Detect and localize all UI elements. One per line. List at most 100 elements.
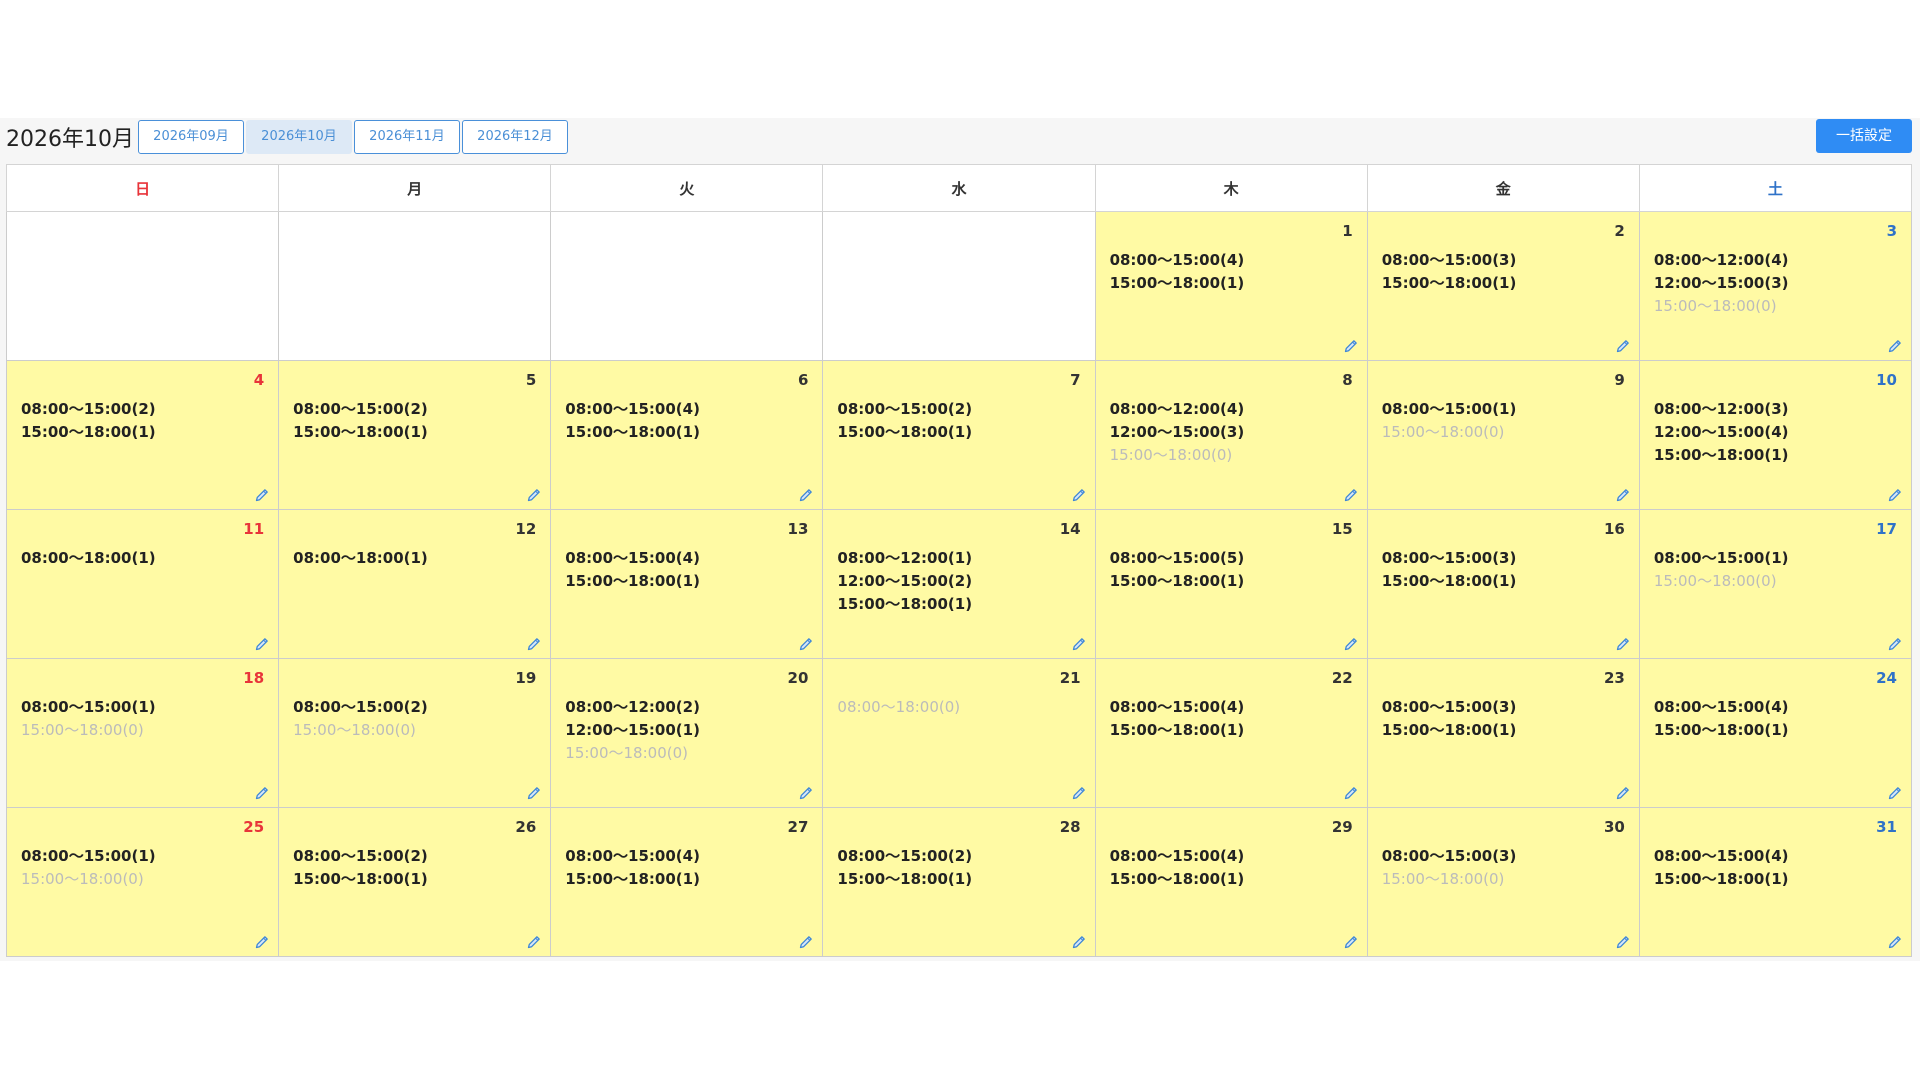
pencil-icon[interactable] (1071, 785, 1087, 801)
calendar-day-cell[interactable]: 7 08:00〜15:00(2) 15:00〜18:00(1) (822, 360, 1096, 510)
calendar-day-cell[interactable]: 9 08:00〜15:00(1) 15:00〜18:00(0) (1366, 360, 1640, 510)
month-button-2026-10[interactable]: 2026年10月 (246, 120, 352, 154)
time-slot-list: 08:00〜15:00(5) 15:00〜18:00(1) (1110, 547, 1245, 593)
time-slot: 08:00〜15:00(4) (1109, 847, 1245, 865)
pencil-icon[interactable] (1615, 338, 1631, 354)
time-slot: 15:00〜18:00(1) (837, 870, 973, 888)
pencil-icon[interactable] (254, 636, 270, 652)
time-slot-list: 08:00〜12:00(4) 12:00〜15:00(3) 15:00〜18:00(… (1110, 398, 1245, 467)
calendar-day-cell[interactable]: 16 08:00〜15:00(3) 15:00〜18:00(1) (1366, 509, 1640, 659)
month-button-2026-09[interactable]: 2026年09月 (138, 120, 244, 154)
day-number: 21 (1059, 669, 1081, 687)
pencil-icon[interactable] (1343, 338, 1359, 354)
calendar-day-cell[interactable]: 23 08:00〜15:00(3) 15:00〜18:00(1) (1366, 658, 1640, 808)
pencil-icon[interactable] (526, 636, 542, 652)
time-slot-list: 08:00〜15:00(4) 15:00〜18:00(1) (1654, 696, 1789, 742)
pencil-icon[interactable] (798, 487, 814, 503)
weekday-wednesday: 水 (822, 164, 1096, 212)
calendar-day-cell[interactable]: 6 08:00〜15:00(4) 15:00〜18:00(1) (550, 360, 824, 510)
calendar-day-cell[interactable]: 3 08:00〜12:00(4) 12:00〜15:00(3) 15:00〜18:00… (1638, 211, 1913, 361)
calendar-day-cell[interactable]: 21 08:00〜18:00(0) (822, 658, 1096, 808)
calendar-day-cell[interactable]: 15 08:00〜15:00(5) 15:00〜18:00(1) (1094, 509, 1368, 659)
day-number: 16 (1603, 520, 1625, 538)
calendar-day-cell[interactable]: 1 08:00〜15:00(4) 15:00〜18:00(1) (1094, 211, 1368, 361)
pencil-icon[interactable] (1071, 487, 1087, 503)
pencil-icon[interactable] (1887, 636, 1903, 652)
time-slot-list: 08:00〜12:00(4) 12:00〜15:00(3) 15:00〜18:00(… (1654, 249, 1789, 318)
time-slot: 15:00〜18:00(1) (1381, 721, 1517, 739)
time-slot: 08:00〜18:00(0) (837, 698, 961, 716)
pencil-icon[interactable] (1887, 785, 1903, 801)
calendar-day-cell[interactable]: 19 08:00〜15:00(2) 15:00〜18:00(0) (278, 658, 552, 808)
page-title: 2026年10月 (6, 127, 134, 152)
time-slot: 08:00〜15:00(4) (1109, 698, 1245, 716)
pencil-icon[interactable] (1071, 934, 1087, 950)
bulk-settings-button[interactable]: 一括設定 (1816, 119, 1912, 153)
calendar-day-cell[interactable]: 17 08:00〜15:00(1) 15:00〜18:00(0) (1638, 509, 1913, 659)
pencil-icon[interactable] (1071, 636, 1087, 652)
calendar-day-cell[interactable]: 22 08:00〜15:00(4) 15:00〜18:00(1) (1094, 658, 1368, 808)
pencil-icon[interactable] (254, 785, 270, 801)
day-number: 17 (1876, 520, 1897, 538)
pencil-icon[interactable] (1887, 338, 1903, 354)
pencil-icon[interactable] (1343, 785, 1359, 801)
pencil-icon[interactable] (798, 636, 814, 652)
time-slot-list: 08:00〜12:00(2) 12:00〜15:00(1) 15:00〜18:00(… (565, 696, 700, 765)
calendar-day-cell[interactable]: 14 08:00〜12:00(1) 12:00〜15:00(2) 15:00〜18:0… (822, 509, 1096, 659)
calendar-day-cell[interactable]: 5 08:00〜15:00(2) 15:00〜18:00(1) (278, 360, 552, 510)
day-number: 25 (243, 818, 265, 836)
calendar-day-cell[interactable]: 20 08:00〜12:00(2) 12:00〜15:00(1) 15:00〜18:0… (550, 658, 824, 808)
calendar-week-row: 25 08:00〜15:00(1) 15:00〜18:00(0) 26 08:00〜15… (5, 807, 1913, 957)
calendar-day-cell[interactable]: 25 08:00〜15:00(1) 15:00〜18:00(0) (5, 807, 280, 957)
pencil-icon[interactable] (1343, 487, 1359, 503)
pencil-icon[interactable] (254, 487, 270, 503)
time-slot: 15:00〜18:00(0) (1653, 297, 1777, 315)
time-slot: 08:00〜15:00(2) (293, 847, 428, 865)
calendar-day-cell[interactable]: 28 08:00〜15:00(2) 15:00〜18:00(1) (822, 807, 1096, 957)
time-slot: 15:00〜18:00(1) (1109, 572, 1245, 590)
calendar-day-cell[interactable]: 31 08:00〜15:00(4) 15:00〜18:00(1) (1638, 807, 1913, 957)
calendar-day-cell[interactable]: 11 08:00〜18:00(1) (5, 509, 280, 659)
calendar-day-cell[interactable]: 4 08:00〜15:00(2) 15:00〜18:00(1) (5, 360, 280, 510)
weekday-header-row: 日 月 火 水 木 金 土 (5, 164, 1913, 212)
time-slot: 15:00〜18:00(1) (1109, 870, 1245, 888)
pencil-icon[interactable] (798, 785, 814, 801)
pencil-icon[interactable] (526, 934, 542, 950)
calendar-day-cell[interactable]: 27 08:00〜15:00(4) 15:00〜18:00(1) (550, 807, 824, 957)
month-button-2026-11[interactable]: 2026年11月 (354, 120, 460, 154)
time-slot: 08:00〜12:00(4) (1653, 251, 1789, 269)
pencil-icon[interactable] (1343, 636, 1359, 652)
weekday-friday: 金 (1366, 164, 1640, 212)
time-slot: 08:00〜15:00(2) (293, 698, 428, 716)
pencil-icon[interactable] (1887, 487, 1903, 503)
time-slot: 15:00〜18:00(1) (1653, 870, 1789, 888)
calendar-day-cell[interactable]: 2 08:00〜15:00(3) 15:00〜18:00(1) (1366, 211, 1640, 361)
pencil-icon[interactable] (526, 487, 542, 503)
month-button-2026-12[interactable]: 2026年12月 (462, 120, 568, 154)
day-number: 9 (1614, 371, 1625, 389)
time-slot-list: 08:00〜15:00(4) 15:00〜18:00(1) (565, 398, 700, 444)
pencil-icon[interactable] (798, 934, 814, 950)
calendar-day-cell[interactable]: 8 08:00〜12:00(4) 12:00〜15:00(3) 15:00〜18:00… (1094, 360, 1368, 510)
pencil-icon[interactable] (1615, 785, 1631, 801)
pencil-icon[interactable] (1343, 934, 1359, 950)
pencil-icon[interactable] (526, 785, 542, 801)
calendar-day-cell[interactable]: 26 08:00〜15:00(2) 15:00〜18:00(1) (278, 807, 552, 957)
calendar-day-cell[interactable]: 24 08:00〜15:00(4) 15:00〜18:00(1) (1638, 658, 1913, 808)
pencil-icon[interactable] (254, 934, 270, 950)
day-number: 29 (1331, 818, 1353, 836)
calendar-day-cell[interactable]: 12 08:00〜18:00(1) (278, 509, 552, 659)
pencil-icon[interactable] (1615, 487, 1631, 503)
calendar-day-cell[interactable]: 18 08:00〜15:00(1) 15:00〜18:00(0) (5, 658, 280, 808)
calendar-day-cell[interactable]: 30 08:00〜15:00(3) 15:00〜18:00(0) (1366, 807, 1640, 957)
calendar-day-cell[interactable]: 29 08:00〜15:00(4) 15:00〜18:00(1) (1094, 807, 1368, 957)
weekday-saturday: 土 (1638, 164, 1913, 212)
time-slot: 15:00〜18:00(1) (293, 870, 428, 888)
calendar-empty-cell (5, 211, 280, 361)
pencil-icon[interactable] (1615, 934, 1631, 950)
pencil-icon[interactable] (1887, 934, 1903, 950)
calendar-day-cell[interactable]: 10 08:00〜12:00(3) 12:00〜15:00(4) 15:00〜18:0… (1638, 360, 1913, 510)
pencil-icon[interactable] (1615, 636, 1631, 652)
time-slot: 15:00〜18:00(0) (1381, 423, 1505, 441)
calendar-day-cell[interactable]: 13 08:00〜15:00(4) 15:00〜18:00(1) (550, 509, 824, 659)
